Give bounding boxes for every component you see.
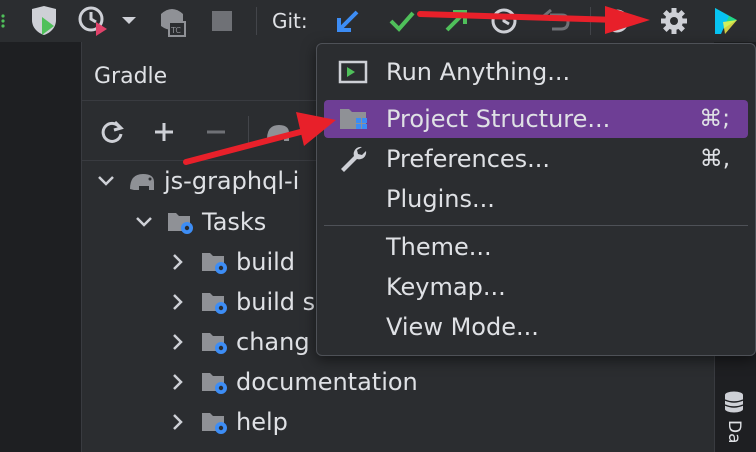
refresh-icon[interactable] [96,116,128,148]
tree-item-project[interactable]: js-graphql-i [94,163,299,199]
menu-item-icon-placeholder [338,308,378,346]
chevron-down-icon[interactable] [132,210,156,234]
git-label: Git: [272,9,308,33]
tree-item-label: js-graphql-i [164,167,300,195]
menu-item-plugins[interactable]: Plugins... [324,180,748,218]
menu-item-shortcut: ⌘; [699,106,730,132]
menu-item-label: Preferences... [386,145,551,173]
rollback-icon[interactable] [540,4,572,38]
run-anything-icon [338,53,378,91]
gradle-panel-title: Gradle [94,64,168,89]
menu-item-icon-placeholder [338,180,378,218]
tree-item-task-group[interactable]: documentation [166,364,418,400]
menu-item-label: Keymap... [386,273,506,301]
menu-item-project-structure[interactable]: Project Structure... ⌘; [324,100,748,138]
tree-item-label: Tasks [202,208,267,236]
chevron-right-icon[interactable] [166,370,190,394]
toolbar-separator [590,7,591,35]
database-tool-label[interactable]: Da [724,420,744,444]
menu-item-icon-placeholder [338,268,378,306]
settings-icon[interactable] [656,4,692,38]
main-toolbar: TC Git: [0,0,756,42]
menu-item-label: Run Anything... [386,58,571,86]
task-folder-icon [166,208,196,236]
menu-item-run-anything[interactable]: Run Anything... [324,53,748,91]
menu-item-keymap[interactable]: Keymap... [324,268,748,306]
chevron-down-icon[interactable] [94,169,118,193]
add-icon[interactable] [148,116,180,148]
toolbar-separator [256,7,257,35]
task-folder-icon [200,368,230,396]
tree-item-label: help [236,408,288,436]
tree-item-tasks[interactable]: Tasks [132,204,266,240]
task-folder-icon [200,408,230,436]
chevron-right-icon[interactable] [166,290,190,314]
menu-item-label: Theme... [386,233,492,261]
menu-item-label: Project Structure... [386,105,611,133]
menu-item-shortcut: ⌘, [699,146,730,172]
menu-separator [324,225,748,226]
tree-item-task-group[interactable]: build s [166,284,315,320]
tree-item-label: chang [236,328,310,356]
menu-item-icon-placeholder [338,228,378,266]
grip-icon [0,4,8,38]
tree-item-task-group[interactable]: build [166,244,295,280]
elephant-icon [128,167,158,195]
wrench-icon [338,140,378,178]
chevron-right-icon[interactable] [166,250,190,274]
update-project-icon[interactable] [332,4,364,38]
svg-text:TC: TC [170,26,181,35]
task-folder-icon [200,328,230,356]
tree-item-label: build s [236,288,316,316]
menu-item-label: Plugins... [386,185,495,213]
tree-item-task-group[interactable]: help [166,404,288,440]
profiler-icon[interactable] [76,4,112,38]
chevron-right-icon[interactable] [166,330,190,354]
menu-item-view-mode[interactable]: View Mode... [324,308,748,346]
commit-icon[interactable] [386,4,418,38]
menu-item-preferences[interactable]: Preferences... ⌘, [324,140,748,178]
database-icon[interactable] [722,390,746,414]
task-folder-icon [200,248,230,276]
project-structure-icon [338,100,378,138]
tree-item-label: build [236,248,296,276]
menu-item-theme[interactable]: Theme... [324,228,748,266]
task-folder-icon [200,288,230,316]
editor-area [0,42,82,452]
shield-run-icon[interactable] [26,4,62,38]
dropdown-icon[interactable] [118,4,140,38]
remove-icon[interactable] [200,116,232,148]
teamcity-icon[interactable]: TC [154,4,190,38]
tree-item-label: documentation [236,368,418,396]
stop-icon[interactable] [206,4,238,38]
search-everywhere-icon[interactable] [602,4,632,38]
tree-item-task-group[interactable]: chang [166,324,310,360]
toolbar-separator [248,116,249,146]
menu-item-label: View Mode... [386,313,539,341]
toolbox-icon[interactable] [708,4,742,38]
push-icon[interactable] [440,4,472,38]
elephant-icon[interactable] [262,116,294,148]
history-icon[interactable] [488,4,520,38]
chevron-right-icon[interactable] [166,410,190,434]
